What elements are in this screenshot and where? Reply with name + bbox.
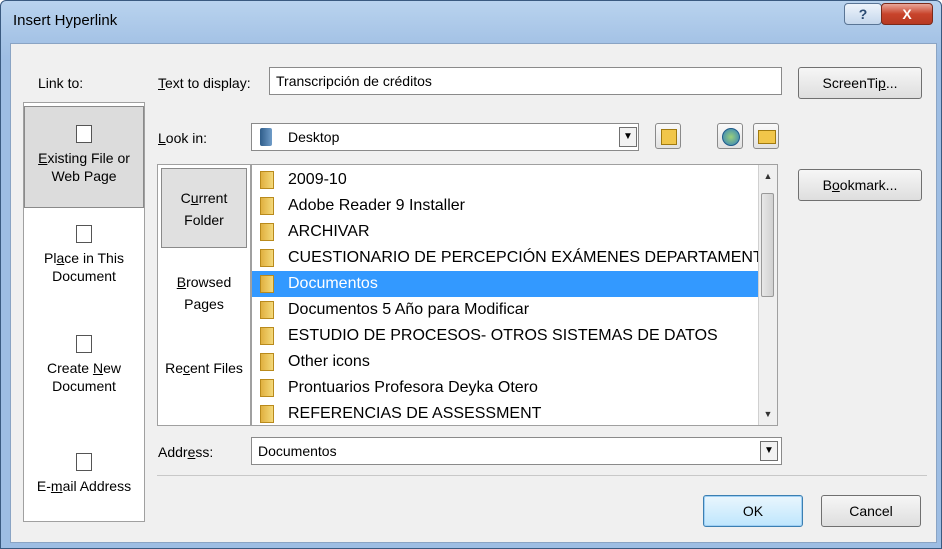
open-folder-icon (758, 130, 776, 144)
help-button[interactable]: ? (844, 3, 882, 25)
folder-icon (260, 197, 274, 215)
screentip-button[interactable]: ScreenTip... (798, 67, 922, 99)
link-place-in-document[interactable]: Place in This Document (24, 225, 144, 311)
scroll-down-arrow-icon[interactable]: ▼ (759, 405, 777, 423)
close-button[interactable]: X (881, 3, 933, 25)
desktop-icon (260, 128, 272, 146)
place-in-document-icon (76, 225, 92, 243)
bookmark-button[interactable]: Bookmark... (798, 169, 922, 201)
list-item[interactable]: Documentos 5 Año para Modificar (252, 297, 759, 323)
ok-button[interactable]: OK (703, 495, 803, 527)
sub-nav: Current Folder Browsed Pages Recent File… (157, 164, 251, 426)
link-email-address[interactable]: E-mail Address (24, 453, 144, 519)
folder-icon (260, 223, 274, 241)
list-item[interactable]: Adobe Reader 9 Installer (252, 193, 759, 219)
list-item[interactable]: ESTUDIO DE PROCESOS- OTROS SISTEMAS DE D… (252, 323, 759, 349)
file-list[interactable]: 2009-10 Adobe Reader 9 Installer ARCHIVA… (251, 164, 778, 426)
folder-icon (260, 379, 274, 397)
list-item[interactable]: Prontuarios Profesora Deyka Otero (252, 375, 759, 401)
folder-icon (260, 249, 274, 267)
folder-icon (260, 171, 274, 189)
address-input[interactable]: Documentos ▼ (251, 437, 782, 465)
list-item[interactable]: ARCHIVAR (252, 219, 759, 245)
scroll-up-arrow-icon[interactable]: ▲ (759, 167, 777, 185)
tab-recent-files[interactable]: Recent Files (158, 357, 250, 407)
look-in-label: Look in: (158, 130, 208, 146)
new-document-icon (76, 335, 92, 353)
cancel-button[interactable]: Cancel (821, 495, 921, 527)
list-item[interactable]: 2009-10 (252, 167, 759, 193)
text-to-display-input[interactable]: Transcripción de créditos (269, 67, 782, 95)
email-icon (76, 453, 92, 471)
link-existing-file[interactable]: Existing File or Web Page (24, 106, 144, 208)
look-in-dropdown-button[interactable]: ▼ (619, 127, 637, 147)
list-item[interactable]: CUESTIONARIO DE PERCEPCIÓN EXÁMENES DEPA… (252, 245, 759, 271)
browse-web-button[interactable] (717, 123, 743, 149)
up-one-folder-button[interactable] (655, 123, 681, 149)
link-to-sidebar: Existing File or Web Page Place in This … (23, 102, 145, 522)
insert-hyperlink-dialog: Insert Hyperlink ? X Link to: Existing F… (0, 0, 942, 549)
link-to-label: Link to: (38, 75, 84, 91)
divider (157, 475, 927, 476)
browse-file-button[interactable] (753, 123, 779, 149)
text-to-display-label: Text to display: (158, 75, 251, 91)
existing-file-icon (76, 125, 92, 143)
dialog-title: Insert Hyperlink (13, 12, 118, 29)
link-create-new-document[interactable]: Create New Document (24, 335, 144, 421)
folder-icon (260, 275, 274, 293)
title-bar: Insert Hyperlink ? X (1, 1, 941, 37)
list-item-selected[interactable]: Documentos (252, 271, 759, 297)
look-in-select[interactable]: Desktop ▼ (251, 123, 639, 151)
tab-browsed-pages[interactable]: Browsed Pages (158, 271, 250, 321)
file-list-scrollbar[interactable]: ▲ ▼ (758, 165, 777, 425)
scroll-thumb[interactable] (761, 193, 774, 297)
tab-current-folder[interactable]: Current Folder (161, 168, 247, 248)
up-folder-icon (661, 129, 677, 145)
list-item[interactable]: Other icons (252, 349, 759, 375)
browse-web-icon (722, 128, 740, 146)
list-item[interactable]: REFERENCIAS DE ASSESSMENT (252, 401, 759, 425)
folder-icon (260, 353, 274, 371)
address-dropdown-button[interactable]: ▼ (760, 441, 778, 461)
folder-icon (260, 327, 274, 345)
address-label: Address: (158, 444, 214, 460)
folder-icon (260, 405, 274, 423)
folder-icon (260, 301, 274, 319)
